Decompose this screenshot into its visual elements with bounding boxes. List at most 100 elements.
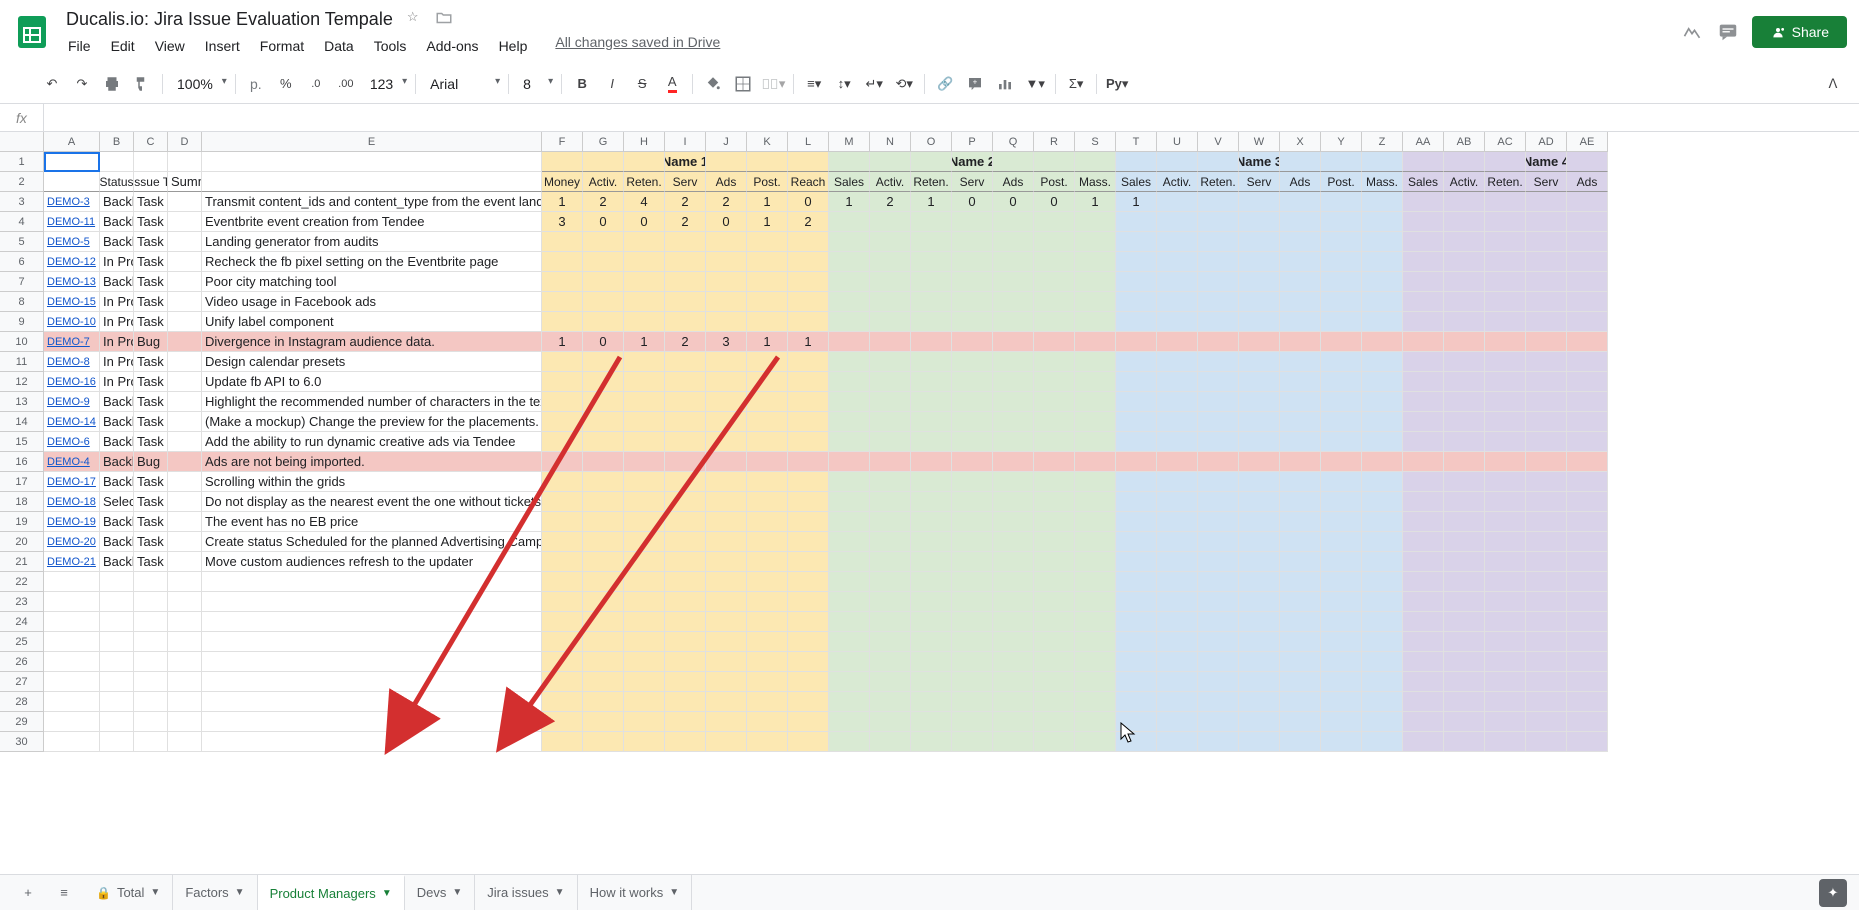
row-header-24[interactable]: 24 (0, 612, 44, 632)
h-align-icon[interactable]: ≡▾ (800, 70, 828, 98)
cell-r6-c13[interactable] (870, 252, 911, 272)
cell-r12-c29[interactable] (1526, 372, 1567, 392)
cell-r8-c12[interactable] (829, 292, 870, 312)
cell-r29-c14[interactable] (911, 712, 952, 732)
cell-r10-c10[interactable]: 1 (747, 332, 788, 352)
cell-r24-c0[interactable] (44, 612, 100, 632)
cell-r19-c14[interactable] (911, 512, 952, 532)
cell-r21-c28[interactable] (1485, 552, 1526, 572)
cell-r15-c19[interactable] (1116, 432, 1157, 452)
cell-r1-c8[interactable]: Name 1 (665, 152, 706, 172)
cell-r28-c9[interactable] (706, 692, 747, 712)
col-header-M[interactable]: M (829, 132, 870, 152)
cell-r23-c22[interactable] (1239, 592, 1280, 612)
cell-r6-c12[interactable] (829, 252, 870, 272)
cell-r25-c10[interactable] (747, 632, 788, 652)
cell-r30-c15[interactable] (952, 732, 993, 752)
cell-r8-c20[interactable] (1157, 292, 1198, 312)
cell-r1-c21[interactable] (1198, 152, 1239, 172)
cell-r15-c26[interactable] (1403, 432, 1444, 452)
cell-r10-c8[interactable]: 2 (665, 332, 706, 352)
row-header-15[interactable]: 15 (0, 432, 44, 452)
row-header-22[interactable]: 22 (0, 572, 44, 592)
cell-r22-c29[interactable] (1526, 572, 1567, 592)
cell-r19-c10[interactable] (747, 512, 788, 532)
cell-r6-c14[interactable] (911, 252, 952, 272)
cell-r10-c25[interactable] (1362, 332, 1403, 352)
cell-r11-c4[interactable]: Design calendar presets (202, 352, 542, 372)
col-header-J[interactable]: J (706, 132, 747, 152)
cell-r7-c16[interactable] (993, 272, 1034, 292)
cell-r7-c24[interactable] (1321, 272, 1362, 292)
cell-r22-c19[interactable] (1116, 572, 1157, 592)
cell-r18-c18[interactable] (1075, 492, 1116, 512)
cell-r24-c10[interactable] (747, 612, 788, 632)
cell-r3-c19[interactable]: 1 (1116, 192, 1157, 212)
cell-r29-c22[interactable] (1239, 712, 1280, 732)
cell-r5-c10[interactable] (747, 232, 788, 252)
cell-r23-c9[interactable] (706, 592, 747, 612)
cell-r2-c15[interactable]: Serv (952, 172, 993, 192)
cell-r2-c4[interactable] (202, 172, 542, 192)
cell-r1-c18[interactable] (1075, 152, 1116, 172)
cell-r18-c21[interactable] (1198, 492, 1239, 512)
comments-icon[interactable] (1716, 20, 1740, 44)
cell-r3-c14[interactable]: 1 (911, 192, 952, 212)
cell-r26-c28[interactable] (1485, 652, 1526, 672)
cell-r18-c26[interactable] (1403, 492, 1444, 512)
cell-r11-c2[interactable]: Task (134, 352, 168, 372)
cell-r3-c28[interactable] (1485, 192, 1526, 212)
cell-r29-c12[interactable] (829, 712, 870, 732)
cell-r11-c30[interactable] (1567, 352, 1608, 372)
col-header-N[interactable]: N (870, 132, 911, 152)
cell-r2-c6[interactable]: Activ. (583, 172, 624, 192)
cell-r28-c18[interactable] (1075, 692, 1116, 712)
spreadsheet-grid[interactable]: ABCDEFGHIJKLMNOPQRSTUVWXYZAAABACADAE1Nam… (0, 132, 1859, 874)
cell-r16-c4[interactable]: Ads are not being imported. (202, 452, 542, 472)
cell-r11-c14[interactable] (911, 352, 952, 372)
cell-r27-c27[interactable] (1444, 672, 1485, 692)
cell-r22-c8[interactable] (665, 572, 706, 592)
cell-r8-c0[interactable]: DEMO-15 (44, 292, 100, 312)
cell-r2-c28[interactable]: Reten. (1485, 172, 1526, 192)
cell-r29-c3[interactable] (168, 712, 202, 732)
cell-r10-c4[interactable]: Divergence in Instagram audience data. (202, 332, 542, 352)
cell-r17-c5[interactable] (542, 472, 583, 492)
cell-r14-c26[interactable] (1403, 412, 1444, 432)
share-button[interactable]: Share (1752, 16, 1847, 48)
cell-r20-c1[interactable]: Backlog (100, 532, 134, 552)
cell-r1-c11[interactable] (788, 152, 829, 172)
cell-r21-c21[interactable] (1198, 552, 1239, 572)
cell-r7-c7[interactable] (624, 272, 665, 292)
cell-r25-c3[interactable] (168, 632, 202, 652)
cell-r19-c25[interactable] (1362, 512, 1403, 532)
cell-r6-c19[interactable] (1116, 252, 1157, 272)
cell-r6-c9[interactable] (706, 252, 747, 272)
sheet-tab-devs[interactable]: Devs▼ (405, 875, 476, 910)
cell-r15-c20[interactable] (1157, 432, 1198, 452)
cell-r23-c30[interactable] (1567, 592, 1608, 612)
cell-r2-c27[interactable]: Activ. (1444, 172, 1485, 192)
cell-r19-c22[interactable] (1239, 512, 1280, 532)
cell-r17-c13[interactable] (870, 472, 911, 492)
cell-r24-c9[interactable] (706, 612, 747, 632)
cell-r9-c5[interactable] (542, 312, 583, 332)
col-header-AB[interactable]: AB (1444, 132, 1485, 152)
cell-r11-c13[interactable] (870, 352, 911, 372)
cell-r24-c8[interactable] (665, 612, 706, 632)
cell-r10-c0[interactable]: DEMO-7 (44, 332, 100, 352)
cell-r24-c18[interactable] (1075, 612, 1116, 632)
cell-r18-c6[interactable] (583, 492, 624, 512)
cell-r22-c21[interactable] (1198, 572, 1239, 592)
cell-r26-c6[interactable] (583, 652, 624, 672)
cell-r22-c11[interactable] (788, 572, 829, 592)
cell-r1-c20[interactable] (1157, 152, 1198, 172)
cell-r21-c24[interactable] (1321, 552, 1362, 572)
cell-r28-c25[interactable] (1362, 692, 1403, 712)
cell-r19-c8[interactable] (665, 512, 706, 532)
cell-r29-c10[interactable] (747, 712, 788, 732)
cell-r16-c28[interactable] (1485, 452, 1526, 472)
cell-r16-c3[interactable] (168, 452, 202, 472)
text-color-button[interactable]: A (658, 70, 686, 98)
cell-r8-c16[interactable] (993, 292, 1034, 312)
